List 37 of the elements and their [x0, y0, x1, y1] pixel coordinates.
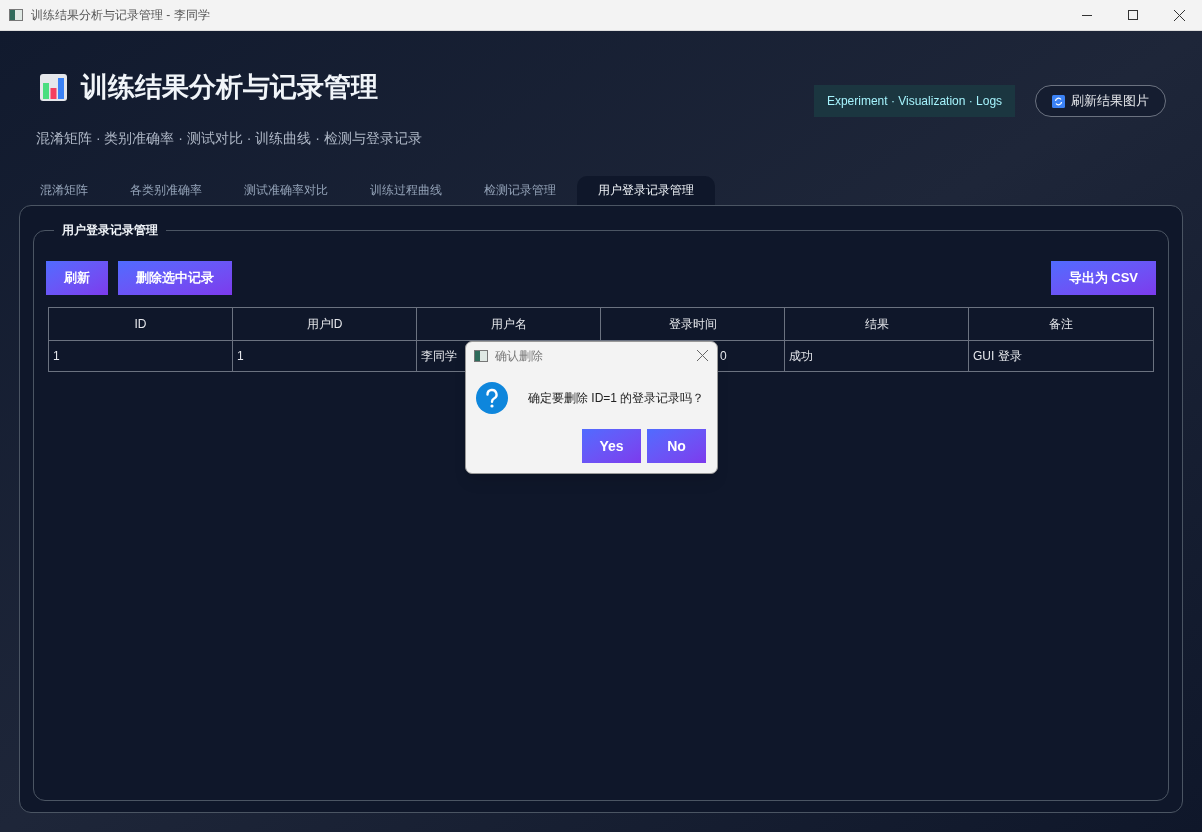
- refresh-icon: [1052, 94, 1065, 108]
- group-title: 用户登录记录管理: [54, 220, 166, 239]
- page-title: 训练结果分析与记录管理: [81, 71, 378, 104]
- table-cell: 1: [49, 340, 233, 371]
- tab[interactable]: 训练过程曲线: [349, 175, 463, 205]
- table-cell: 1: [233, 340, 417, 371]
- tab[interactable]: 测试准确率对比: [223, 175, 349, 205]
- dialog-title: 确认删除: [495, 347, 543, 365]
- tab[interactable]: 检测记录管理: [463, 175, 577, 205]
- dialog-button[interactable]: Yes: [582, 429, 641, 463]
- close-button[interactable]: [695, 348, 709, 363]
- export-csv-button[interactable]: 导出为 CSV: [1050, 260, 1156, 295]
- column-header: 结果: [785, 307, 969, 341]
- column-header: 用户名: [417, 307, 601, 341]
- toolbar-button[interactable]: 删除选中记录: [118, 260, 232, 295]
- toolbar-button[interactable]: 刷新: [46, 260, 108, 295]
- column-header: 用户ID: [233, 307, 417, 341]
- tag-label: Experiment · Visualization · Logs: [814, 85, 1015, 117]
- page-subtitle: 混淆矩阵 · 类别准确率 · 测试对比 · 训练曲线 · 检测与登录记录: [36, 128, 422, 148]
- tab[interactable]: 用户登录记录管理: [577, 175, 715, 205]
- refresh-images-button[interactable]: 刷新结果图片: [1035, 85, 1166, 117]
- tab[interactable]: 各类别准确率: [109, 175, 223, 205]
- window-title: 训练结果分析与记录管理 - 李同学: [31, 7, 210, 24]
- dialog-app-icon: [474, 349, 488, 362]
- column-header: 登录时间: [601, 307, 785, 341]
- close-icon: [1173, 9, 1185, 21]
- question-icon: [476, 382, 508, 414]
- dialog-message: 确定要删除 ID=1 的登录记录吗？: [528, 390, 705, 407]
- app-icon: [9, 9, 23, 21]
- tab[interactable]: 混淆矩阵: [19, 175, 109, 205]
- column-header: ID: [49, 307, 233, 341]
- close-icon: [696, 350, 708, 361]
- table-cell-text: GUI 登录: [972, 347, 1023, 365]
- bar-chart-icon: [40, 73, 67, 101]
- dialog-button[interactable]: No: [647, 429, 706, 463]
- table-cell: 成功: [785, 340, 969, 371]
- column-header: 备注: [969, 307, 1153, 341]
